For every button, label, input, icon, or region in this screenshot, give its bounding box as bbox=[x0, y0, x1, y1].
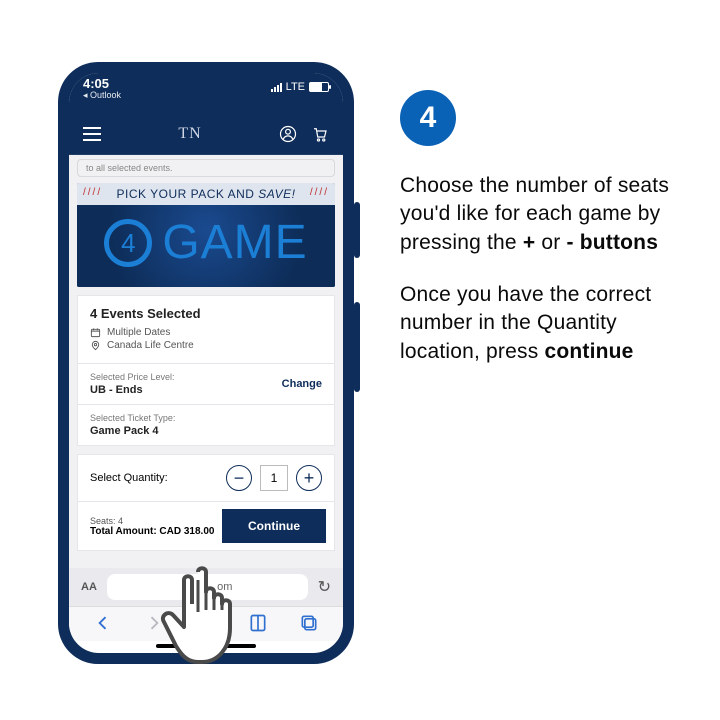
phone-frame: 4:05 ◂ Outlook LTE TN bbox=[58, 62, 354, 664]
promo-strip-text-b: SAVE! bbox=[258, 187, 295, 201]
home-indicator[interactable] bbox=[156, 644, 256, 648]
events-dates: Multiple Dates bbox=[107, 327, 170, 338]
ticket-type-value: Game Pack 4 bbox=[90, 425, 175, 437]
events-title: 4 Events Selected bbox=[90, 306, 322, 321]
totals-row: Seats: 4 Total Amount: CAD 318.00 Contin… bbox=[77, 502, 335, 551]
app-logo[interactable]: TN bbox=[178, 125, 201, 143]
clock: 4:05 bbox=[83, 77, 121, 91]
url-host-suffix: om bbox=[217, 581, 232, 593]
text-size-button[interactable]: AA bbox=[81, 581, 97, 593]
bookmarks-icon[interactable] bbox=[248, 613, 268, 633]
lock-icon bbox=[182, 582, 192, 592]
events-block: 4 Events Selected Multiple Dates Canada … bbox=[77, 295, 335, 364]
share-icon[interactable] bbox=[196, 613, 216, 633]
instruction-panel: 4 Choose the number of seats you'd like … bbox=[400, 90, 680, 390]
total-amount: Total Amount: CAD 318.00 bbox=[90, 526, 214, 537]
network-label: LTE bbox=[286, 81, 305, 93]
increment-button[interactable]: + bbox=[296, 465, 322, 491]
promo-hero: PICK YOUR PACK AND SAVE! 4 GAME bbox=[77, 183, 335, 287]
phone-screen: 4:05 ◂ Outlook LTE TN bbox=[69, 73, 343, 653]
cart-icon[interactable] bbox=[311, 125, 329, 143]
quantity-label: Select Quantity: bbox=[90, 472, 168, 484]
step-number-badge: 4 bbox=[400, 90, 456, 146]
forward-icon[interactable] bbox=[144, 613, 164, 633]
battery-icon bbox=[309, 82, 329, 92]
instruction-paragraph-1: Choose the number of seats you'd like fo… bbox=[400, 172, 680, 257]
url-host: a… bbox=[196, 581, 213, 593]
page-body: to all selected events. PICK YOUR PACK A… bbox=[69, 155, 343, 568]
price-level-label: Selected Price Level: bbox=[90, 372, 175, 382]
quantity-row: Select Quantity: − + bbox=[77, 454, 335, 502]
promo-strip: PICK YOUR PACK AND SAVE! bbox=[77, 183, 335, 205]
ticket-type-label: Selected Ticket Type: bbox=[90, 413, 175, 423]
back-to-app[interactable]: ◂ Outlook bbox=[83, 91, 121, 101]
reload-button[interactable]: ↻ bbox=[318, 577, 331, 597]
price-level-value: UB - Ends bbox=[90, 384, 175, 396]
url-field[interactable]: a… om bbox=[107, 574, 308, 600]
signal-icon bbox=[271, 83, 282, 92]
price-level-block: Selected Price Level: UB - Ends Change bbox=[77, 364, 335, 405]
ticket-type-block: Selected Ticket Type: Game Pack 4 bbox=[77, 405, 335, 446]
quantity-input[interactable] bbox=[260, 465, 288, 491]
instruction-paragraph-2: Once you have the correct number in the … bbox=[400, 281, 680, 366]
seats-count: Seats: 4 bbox=[90, 516, 214, 526]
tabs-icon[interactable] bbox=[299, 613, 319, 633]
events-venue: Canada Life Centre bbox=[107, 340, 194, 351]
menu-icon[interactable] bbox=[83, 127, 101, 141]
hero-word: GAME bbox=[162, 219, 307, 267]
back-icon[interactable] bbox=[93, 613, 113, 633]
hero-badge-number: 4 bbox=[104, 219, 152, 267]
account-icon[interactable] bbox=[279, 125, 297, 143]
app-header: TN bbox=[69, 113, 343, 155]
safari-toolbar bbox=[69, 606, 343, 641]
notch bbox=[146, 73, 266, 95]
change-price-level-button[interactable]: Change bbox=[282, 378, 322, 390]
location-icon bbox=[90, 340, 101, 351]
info-snippet: to all selected events. bbox=[77, 159, 335, 177]
continue-button[interactable]: Continue bbox=[222, 509, 326, 543]
promo-strip-text-a: PICK YOUR PACK AND bbox=[117, 187, 259, 201]
calendar-icon bbox=[90, 327, 101, 338]
quantity-stepper: − + bbox=[226, 465, 322, 491]
safari-url-bar: AA a… om ↻ bbox=[69, 568, 343, 606]
decrement-button[interactable]: − bbox=[226, 465, 252, 491]
